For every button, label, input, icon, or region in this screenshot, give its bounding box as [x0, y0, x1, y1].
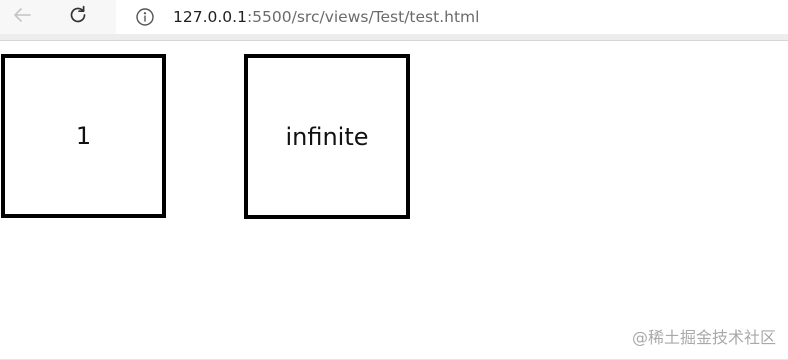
- browser-toolbar: 127.0.0.1:5500/src/views/Test/test.html: [0, 0, 788, 34]
- back-button[interactable]: [4, 0, 40, 34]
- address-bar[interactable]: 127.0.0.1:5500/src/views/Test/test.html: [116, 0, 788, 34]
- box-one: 1: [1, 54, 166, 218]
- reload-icon: [67, 4, 89, 30]
- watermark: @稀土掘金技术社区: [631, 328, 776, 347]
- url-text[interactable]: 127.0.0.1:5500/src/views/Test/test.html: [173, 8, 479, 26]
- info-icon[interactable]: [135, 7, 155, 27]
- reload-button[interactable]: [60, 0, 96, 34]
- box-infinite-label: infinite: [285, 122, 369, 151]
- box-infinite: infinite: [244, 54, 410, 219]
- back-arrow-icon: [11, 4, 33, 30]
- url-host: 127.0.0.1: [173, 8, 247, 26]
- url-path: :5500/src/views/Test/test.html: [246, 8, 480, 26]
- box-one-label: 1: [75, 122, 92, 150]
- toolbar-divider: [0, 34, 788, 41]
